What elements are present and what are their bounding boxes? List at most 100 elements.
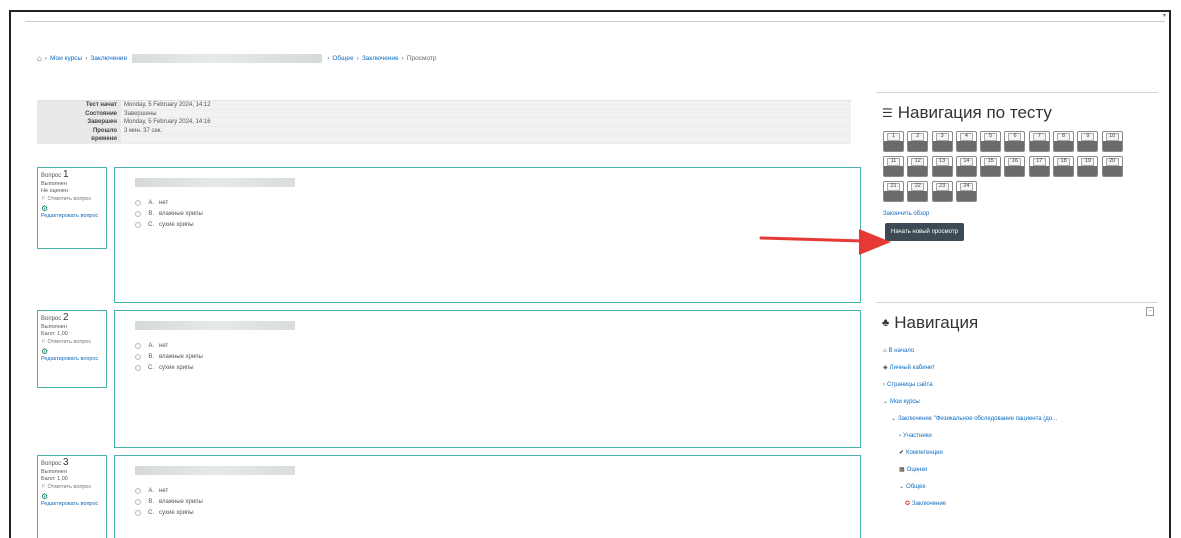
answer-option[interactable]: A. нет [135,197,840,208]
gear-icon[interactable]: ⚙ [41,493,103,501]
quiz-nav-button[interactable]: 12 [907,156,929,177]
quiz-nav-number: 15 [987,158,994,164]
quiz-nav-button[interactable]: 8 [1053,131,1075,152]
quiz-nav-number: 3 [940,133,944,139]
nav-item-quiz[interactable]: ✪ Заключение [883,496,1158,513]
answer-option[interactable]: C. сухие хрипы [135,507,840,518]
flag-icon: ⚐ [41,195,46,202]
quiz-nav-button[interactable]: 5 [980,131,1002,152]
summary-row: Состояние Завершены [37,109,851,118]
radio-button[interactable] [135,509,141,516]
summary-label: Состояние [37,109,121,117]
edit-question-link[interactable]: Редактировать вопрос [41,213,103,221]
quiz-nav-button[interactable]: 23 [931,181,953,202]
summary-value: 3 мин. 37 сек. [124,127,163,134]
nav-item-grades[interactable]: ▦ Оценки [883,462,1158,479]
nav-item-competencies[interactable]: ✔ Компетенции [883,445,1158,462]
quiz-nav-state-fill [1029,166,1049,176]
radio-button[interactable] [135,221,141,228]
blurred-question-text [135,321,295,330]
quiz-nav-button[interactable]: 11 [883,156,904,177]
quiz-nav-button[interactable]: 3 [931,131,953,152]
quiz-nav-state-fill [884,141,903,151]
gear-icon[interactable]: ⚙ [41,205,103,213]
quiz-nav-button[interactable]: 4 [955,131,977,152]
start-new-attempt-button[interactable]: Начать новый просмотр [885,223,964,241]
quiz-nav-number: 17 [1036,158,1043,164]
edit-question-link[interactable]: Редактировать вопрос [41,356,103,364]
nav-item-home[interactable]: ⌂ В начало [883,343,1158,360]
breadcrumb-separator: › [401,54,404,62]
quiz-nav-button[interactable]: 21 [883,181,904,202]
answer-option[interactable]: C. сухие хрипы [135,219,840,230]
quiz-nav-number: 19 [1084,158,1091,164]
quiz-nav-button[interactable]: 6 [1004,131,1026,152]
navigation-title: ♣ Навигация [882,313,979,332]
gear-icon[interactable]: ⚙ [41,348,103,356]
nav-item-participants[interactable]: › Участники [883,428,1158,445]
scrollbar-arrow-icon[interactable]: ▾ [1163,12,1169,19]
answer-option[interactable]: B. влажные хрипы [135,496,840,507]
quiz-nav-state-fill [1078,166,1098,176]
header-divider [25,21,1165,22]
quiz-nav-button[interactable]: 22 [907,181,929,202]
breadcrumb-course[interactable]: Заключение [90,55,127,62]
list-icon: ☰ [882,106,893,120]
question-number: Вопрос 2 [41,312,69,323]
quiz-nav-state-fill [956,191,976,201]
summary-label: Завершен [37,118,121,126]
breadcrumb-separator: › [44,54,48,62]
answer-option[interactable]: A. нет [135,340,840,351]
breadcrumb-quiz[interactable]: Заключение [362,55,399,62]
quiz-nav-button[interactable]: 18 [1053,156,1075,177]
quiz-nav-button[interactable]: 20 [1101,156,1123,177]
radio-button[interactable] [135,498,141,505]
answer-option[interactable]: B. влажные хрипы [135,351,840,362]
quiz-nav-button[interactable]: 17 [1028,156,1050,177]
quiz-nav-button[interactable]: 1 [883,131,904,152]
edit-question-link[interactable]: Редактировать вопрос [41,501,103,509]
radio-button[interactable] [135,487,141,494]
quiz-nav-number: 7 [1037,133,1041,139]
flag-icon: ⚐ [41,483,46,490]
quiz-nav-button[interactable]: 7 [1028,131,1050,152]
blurred-course-name [132,53,323,63]
home-icon[interactable]: ⌂ [37,54,42,63]
answer-option[interactable]: C. сухие хрипы [135,362,840,373]
radio-button[interactable] [135,342,141,349]
answer-option[interactable]: B. влажные хрипы [135,208,840,219]
summary-row: Прошло 3 мин. 37 сек. [37,126,851,135]
flag-question-link[interactable]: ⚐ Отметить вопрос [41,339,103,347]
answer-option[interactable]: A. нет [135,485,840,496]
quiz-nav-button[interactable]: 10 [1101,131,1123,152]
radio-button[interactable] [135,199,141,206]
flag-question-link[interactable]: ⚐ Отметить вопрос [41,196,103,204]
nav-item-general[interactable]: ⌄ Общее [883,479,1158,496]
summary-row: Тест начат Monday, 5 February 2024, 14:1… [37,101,851,110]
quiz-nav-button[interactable]: 19 [1077,156,1099,177]
breadcrumb-general[interactable]: Общее [332,55,353,62]
quiz-nav-number: 23 [939,183,946,189]
quiz-nav-button[interactable]: 24 [955,181,977,202]
breadcrumb-my-courses[interactable]: Мои курсы [50,55,82,62]
nav-item-site-pages[interactable]: › Страницы сайта [883,377,1158,394]
radio-button[interactable] [135,353,141,360]
nav-item-dashboard[interactable]: ◈ Личный кабинет [883,360,1158,377]
flag-question-link[interactable]: ⚐ Отметить вопрос [41,484,103,492]
nav-item-my-courses[interactable]: ⌄ Мои курсы [883,394,1158,411]
radio-button[interactable] [135,364,141,371]
quiz-nav-button[interactable]: 13 [931,156,953,177]
nav-item-course[interactable]: ⌄ Заключение "Физикальное обследование па… [883,411,1158,428]
finish-review-link[interactable]: Закончить обзор [883,211,1158,217]
quiz-nav-state-fill [884,191,903,201]
quiz-nav-button[interactable]: 14 [955,156,977,177]
quiz-nav-button[interactable]: 2 [907,131,929,152]
question-number: Вопрос 3 [41,457,69,468]
quiz-nav-state-fill [1005,166,1025,176]
quiz-nav-button[interactable]: 15 [980,156,1002,177]
chevron-right-icon: › [883,382,885,388]
radio-button[interactable] [135,210,141,217]
collapse-block-icon[interactable]: − [1146,307,1154,316]
quiz-nav-button[interactable]: 9 [1077,131,1099,152]
quiz-nav-button[interactable]: 16 [1004,156,1026,177]
